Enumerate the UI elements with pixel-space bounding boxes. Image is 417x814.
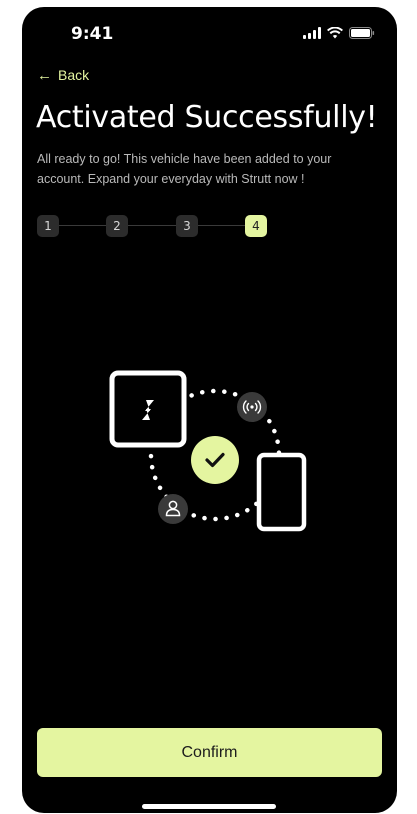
back-label: Back (58, 67, 90, 83)
battery-icon (349, 27, 375, 39)
page-title: Activated Successfully! (36, 100, 378, 135)
step-indicator: 1 2 3 4 (37, 215, 269, 237)
confirm-button[interactable]: Confirm (37, 728, 382, 777)
phone-screen: 9:41 ← Back Activated Successfully! All … (22, 7, 397, 813)
step-1: 1 (37, 215, 59, 237)
page-subtitle: All ready to go! This vehicle have been … (37, 152, 332, 186)
activation-illustration (109, 370, 307, 532)
status-icons (303, 27, 375, 39)
status-time: 9:41 (71, 24, 114, 44)
phone-device-outline (256, 452, 307, 532)
step-connector-line (47, 225, 259, 226)
home-indicator[interactable] (142, 804, 276, 809)
step-2: 2 (106, 215, 128, 237)
wifi-icon (327, 27, 343, 39)
success-check-circle (191, 436, 239, 484)
arrow-left-icon: ← (37, 66, 52, 84)
step-3: 3 (176, 215, 198, 237)
cellular-signal-icon (303, 27, 321, 39)
back-button[interactable]: ← Back (37, 67, 89, 83)
step-4: 4 (245, 215, 267, 237)
